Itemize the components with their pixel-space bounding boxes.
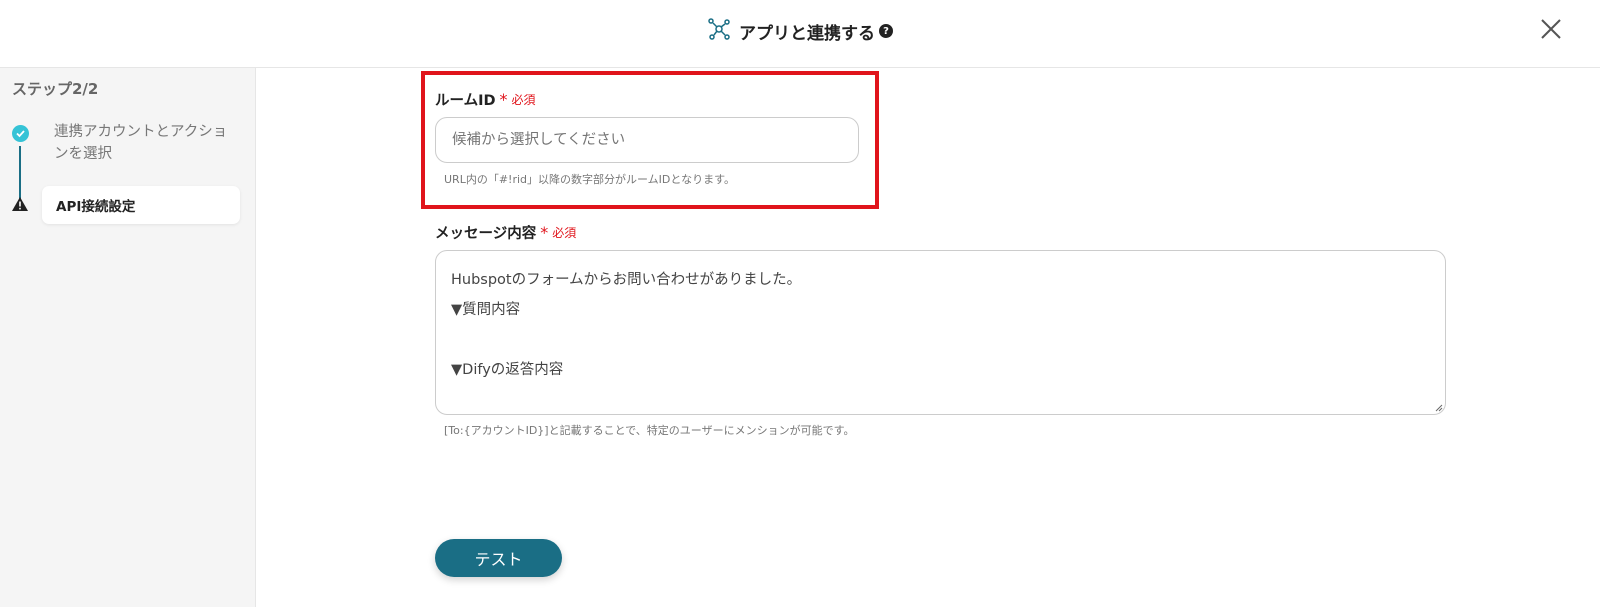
step-counter: ステップ2/2: [12, 80, 99, 98]
modal-title: アプリと連携する: [739, 23, 875, 44]
warning-icon: [11, 196, 29, 216]
close-button[interactable]: [1536, 14, 1566, 44]
message-line: ▼Difyの返答内容: [451, 362, 564, 378]
step-sidebar: ステップ2/2 連携アカウントとアクションを選択 API接続設定: [0, 68, 256, 607]
sidebar-step-api-settings[interactable]: API接続設定: [42, 186, 240, 224]
room-id-label: ルームID * 必須: [435, 89, 536, 110]
modal-header: アプリと連携する ?: [0, 0, 1600, 68]
network-icon: [707, 17, 731, 45]
room-id-input[interactable]: [435, 117, 859, 163]
message-line: [451, 325, 1430, 355]
resize-handle-icon[interactable]: [1435, 404, 1443, 412]
message-textarea[interactable]: Hubspotのフォームからお問い合わせがありました。 ▼質問内容 ▼Difyの…: [435, 250, 1446, 415]
message-line: Hubspotのフォームからお問い合わせがありました。: [451, 272, 802, 288]
required-star: *: [540, 223, 549, 242]
required-badge: 必須: [511, 93, 536, 107]
message-hint: [To:{アカウントID}]と記載することで、特定のユーザーにメンションが可能で…: [444, 424, 855, 437]
room-id-label-text: ルームID: [435, 93, 496, 109]
test-button[interactable]: テスト: [435, 539, 562, 577]
required-badge: 必須: [552, 226, 577, 240]
close-icon: [1541, 19, 1561, 39]
required-star: *: [499, 90, 508, 109]
help-icon[interactable]: ?: [879, 24, 893, 38]
room-id-hint: URL内の「#!rid」以降の数字部分がルームIDとなります。: [444, 173, 735, 186]
message-label-text: メッセージ内容: [435, 226, 537, 242]
modal-title-group: アプリと連携する ?: [0, 17, 1600, 45]
message-line: ▼質問内容: [451, 302, 521, 318]
check-icon: [12, 125, 29, 142]
message-label: メッセージ内容 * 必須: [435, 222, 576, 243]
sidebar-step-select-account[interactable]: 連携アカウントとアクションを選択: [54, 121, 234, 165]
